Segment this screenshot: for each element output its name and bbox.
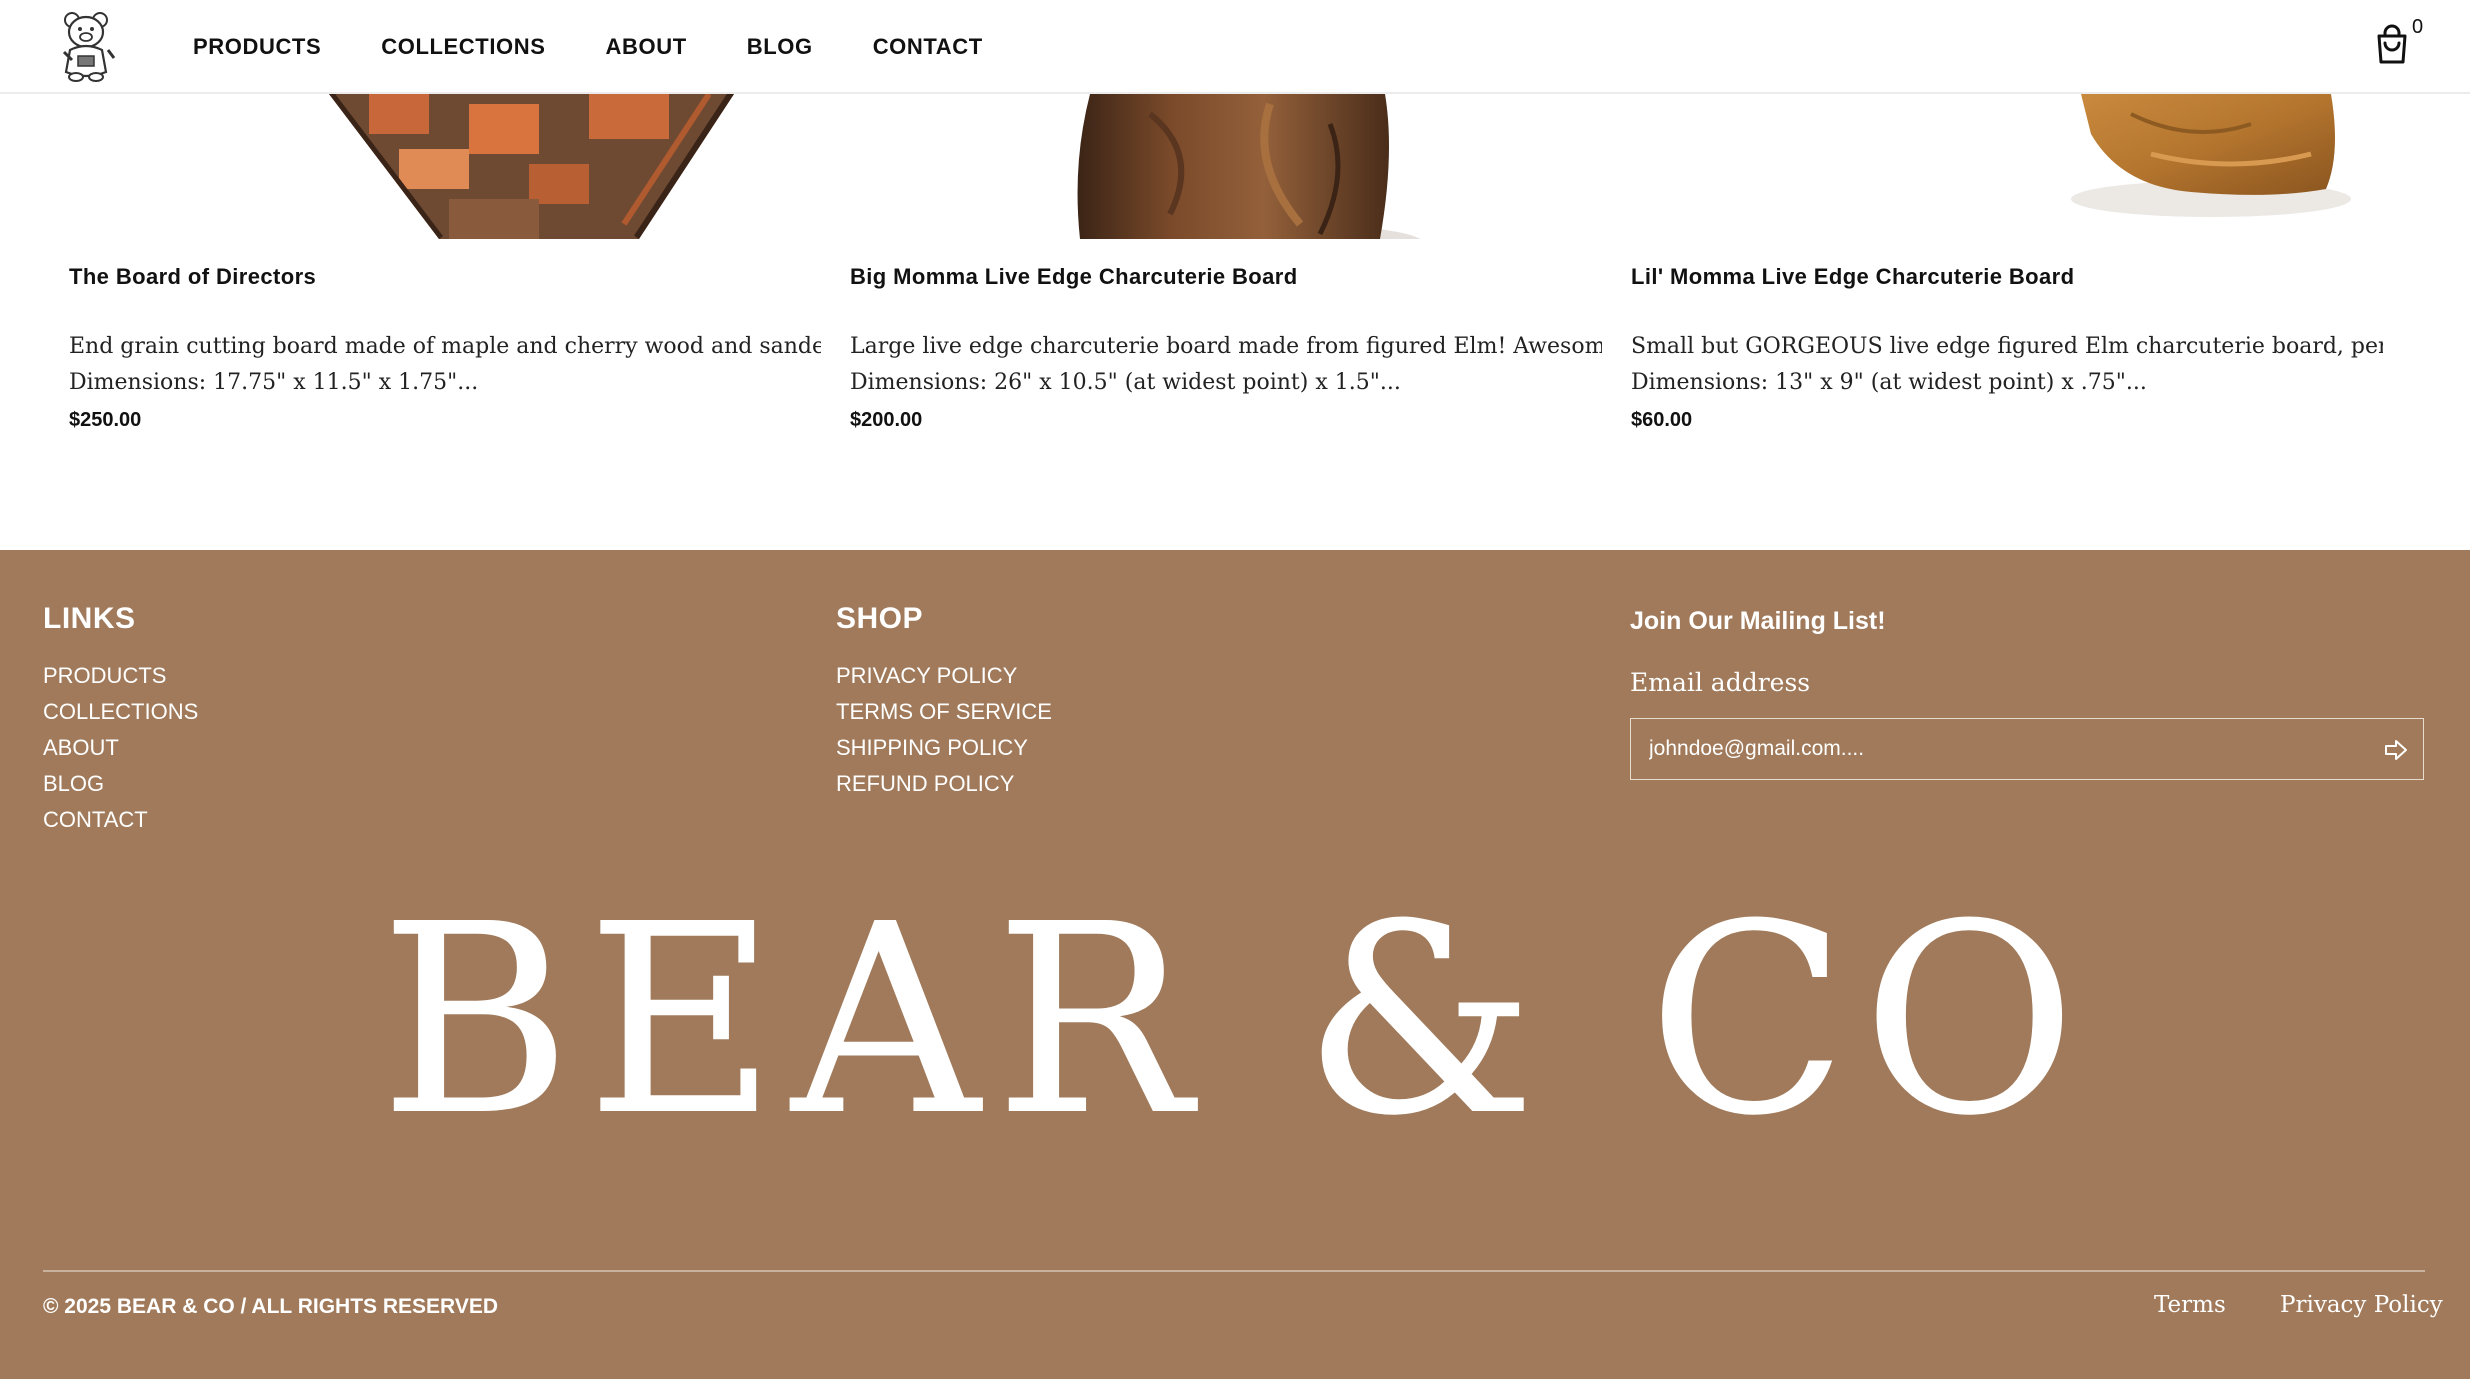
shopping-bag-icon[interactable] xyxy=(2372,24,2412,66)
shop-heading: SHOP xyxy=(836,602,924,635)
description-line: End grain cutting board made of maple an… xyxy=(69,334,821,359)
email-label: Email address xyxy=(1630,668,1811,697)
description-line: Dimensions: 13" x 9" (at widest point) x… xyxy=(1631,370,2147,395)
footer-link-about[interactable]: ABOUT xyxy=(43,730,198,766)
product-card[interactable]: Big Momma Live Edge Charcuterie Board La… xyxy=(850,94,1610,494)
mailing-list-heading: Join Our Mailing List! xyxy=(1630,607,1886,635)
product-description: End grain cutting board made of maple an… xyxy=(69,329,821,401)
product-image[interactable] xyxy=(1631,94,2391,239)
product-image[interactable] xyxy=(850,94,1610,239)
email-input[interactable] xyxy=(1649,719,2349,779)
footer-link-privacy-policy[interactable]: PRIVACY POLICY xyxy=(836,658,1052,694)
privacy-policy-link[interactable]: Privacy Policy xyxy=(2280,1292,2443,1318)
footer-links-list: PRODUCTS COLLECTIONS ABOUT BLOG CONTACT xyxy=(43,658,198,838)
footer-link-collections[interactable]: COLLECTIONS xyxy=(43,694,198,730)
description-line: Small but GORGEOUS live edge figured Elm… xyxy=(1631,334,2383,359)
nav-collections[interactable]: COLLECTIONS xyxy=(381,34,545,60)
footer-link-products[interactable]: PRODUCTS xyxy=(43,658,198,694)
footer-shop-list: PRIVACY POLICY TERMS OF SERVICE SHIPPING… xyxy=(836,658,1052,802)
footer-link-contact[interactable]: CONTACT xyxy=(43,802,198,838)
footer-link-shipping-policy[interactable]: SHIPPING POLICY xyxy=(836,730,1052,766)
product-price: $250.00 xyxy=(69,409,142,431)
product-title[interactable]: The Board of Directors xyxy=(69,264,316,290)
footer-link-refund-policy[interactable]: REFUND POLICY xyxy=(836,766,1052,802)
description-line: Dimensions: 26" x 10.5" (at widest point… xyxy=(850,370,1401,395)
product-title[interactable]: Lil' Momma Live Edge Charcuterie Board xyxy=(1631,264,2074,290)
nav-contact[interactable]: CONTACT xyxy=(873,34,983,60)
description-line: Large live edge charcuterie board made f… xyxy=(850,334,1602,359)
main-nav: PRODUCTS COLLECTIONS ABOUT BLOG CONTACT xyxy=(193,0,1043,94)
footer-divider xyxy=(43,1270,2425,1272)
description-line: Dimensions: 17.75" x 11.5" x 1.75"... xyxy=(69,370,479,395)
links-heading: LINKS xyxy=(43,602,136,635)
newsletter-form xyxy=(1630,718,2424,780)
product-card[interactable]: The Board of Directors End grain cutting… xyxy=(69,94,829,494)
arrow-right-icon[interactable] xyxy=(2383,737,2409,763)
nav-products[interactable]: PRODUCTS xyxy=(193,34,321,60)
footer-link-blog[interactable]: BLOG xyxy=(43,766,198,802)
product-price: $60.00 xyxy=(1631,409,1693,431)
product-grid: The Board of Directors End grain cutting… xyxy=(0,94,2470,550)
footer-link-terms-of-service[interactable]: TERMS OF SERVICE xyxy=(836,694,1052,730)
nav-about[interactable]: ABOUT xyxy=(606,34,687,60)
product-title[interactable]: Big Momma Live Edge Charcuterie Board xyxy=(850,264,1298,290)
copyright-text: © 2025 BEAR & CO / ALL RIGHTS RESERVED xyxy=(43,1295,499,1318)
product-description: Large live edge charcuterie board made f… xyxy=(850,329,1602,401)
product-price: $200.00 xyxy=(850,409,923,431)
product-image[interactable] xyxy=(69,94,829,239)
product-card[interactable]: Lil' Momma Live Edge Charcuterie Board S… xyxy=(1631,94,2391,494)
site-footer: LINKS PRODUCTS COLLECTIONS ABOUT BLOG CO… xyxy=(0,550,2470,1379)
nav-blog[interactable]: BLOG xyxy=(747,34,813,60)
brand-wordmark: BEAR & CO xyxy=(379,868,2091,1173)
site-header: PRODUCTS COLLECTIONS ABOUT BLOG CONTACT … xyxy=(0,0,2470,94)
product-description: Small but GORGEOUS live edge figured Elm… xyxy=(1631,329,2383,401)
bear-logo-icon[interactable] xyxy=(56,10,120,82)
cart-count-badge: 0 xyxy=(2412,16,2424,38)
terms-link[interactable]: Terms xyxy=(2154,1292,2226,1318)
